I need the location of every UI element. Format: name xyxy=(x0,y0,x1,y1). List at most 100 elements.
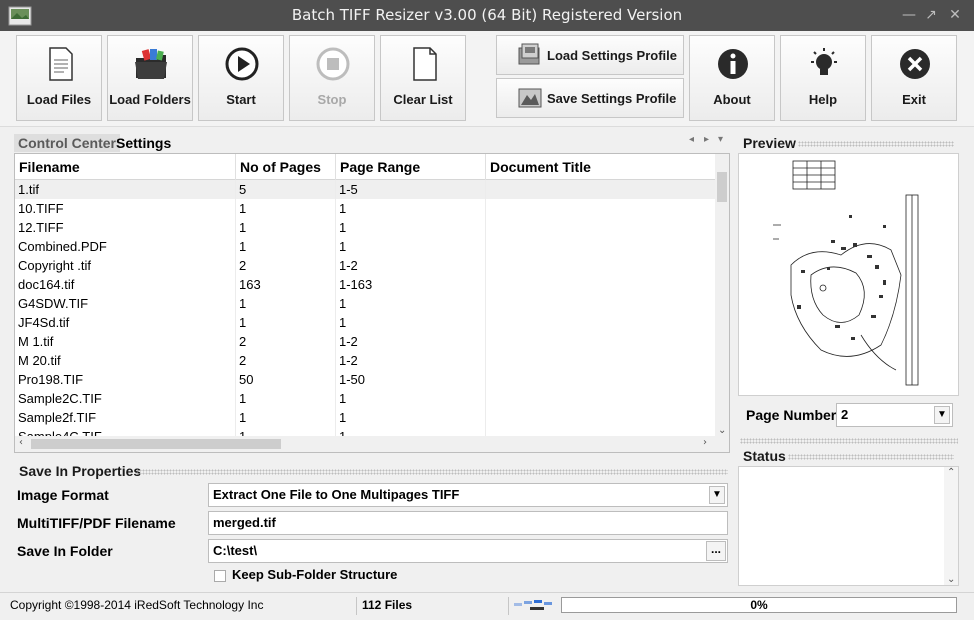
cell-filename: Combined.PDF xyxy=(15,237,236,256)
cell-filename: doc164.tif xyxy=(15,275,236,294)
exit-label: Exit xyxy=(902,92,926,107)
folder-icon xyxy=(135,49,167,79)
tab-prev-icon[interactable]: ◂ xyxy=(689,134,694,145)
table-row[interactable]: JF4Sd.tif 1 1 xyxy=(15,313,715,332)
close-icon[interactable]: ✕ xyxy=(944,5,966,25)
grid-horizontal-scrollbar[interactable]: ‹ › xyxy=(15,436,729,452)
table-row[interactable]: 12.TIFF 1 1 xyxy=(15,218,715,237)
table-row[interactable]: Sample2C.TIF 1 1 xyxy=(15,389,715,408)
table-row[interactable]: M 1.tif 2 1-2 xyxy=(15,332,715,351)
save-properties-header: Save In Properties xyxy=(19,463,142,479)
copyright-text: Copyright ©1998-2014 iRedSoft Technology… xyxy=(10,598,264,612)
cell-document-title xyxy=(486,199,715,218)
help-button[interactable]: Help xyxy=(780,35,866,121)
file-count: 112 Files xyxy=(362,598,413,612)
cell-page-range: 1-5 xyxy=(336,180,486,199)
image-format-select[interactable]: Extract One File to One Multipages TIFF … xyxy=(208,483,728,507)
start-button[interactable]: Start xyxy=(198,35,284,121)
cell-page-range: 1 xyxy=(336,389,486,408)
scroll-right-icon[interactable]: › xyxy=(703,437,707,448)
vertical-scroll-thumb[interactable] xyxy=(717,172,727,202)
cell-document-title xyxy=(486,218,715,237)
save-folder-label: Save In Folder xyxy=(17,543,113,559)
cell-pages: 1 xyxy=(236,408,336,427)
keep-subfolder-label[interactable]: Keep Sub-Folder Structure xyxy=(232,567,397,582)
tab-menu-icon[interactable]: ▾ xyxy=(718,134,723,145)
table-row[interactable]: M 20.tif 2 1-2 xyxy=(15,351,715,370)
cell-pages: 2 xyxy=(236,256,336,275)
tab-control-center[interactable]: Control Center xyxy=(14,134,120,152)
maximize-icon[interactable]: ↗ xyxy=(920,5,942,25)
table-row[interactable]: 1.tif 5 1-5 xyxy=(15,180,715,199)
table-row[interactable]: doc164.tif 163 1-163 xyxy=(15,275,715,294)
load-folders-button[interactable]: Load Folders xyxy=(107,35,193,121)
clear-list-button[interactable]: Clear List xyxy=(380,35,466,121)
save-settings-profile-button[interactable]: Save Settings Profile xyxy=(496,78,684,118)
minimize-icon[interactable]: — xyxy=(898,5,920,25)
blank-page-icon xyxy=(413,47,437,81)
toolbar: Load Files Load Folders Start Stop Clear… xyxy=(0,31,974,127)
document-icon xyxy=(49,47,73,81)
cell-pages: 1 xyxy=(236,237,336,256)
status-scrollbar[interactable]: ⌃ ⌄ xyxy=(944,467,958,585)
status-scroll-down-icon[interactable]: ⌄ xyxy=(947,574,955,585)
stop-button[interactable]: Stop xyxy=(289,35,375,121)
cell-page-range: 1 xyxy=(336,294,486,313)
table-row[interactable]: Sample2f.TIF 1 1 xyxy=(15,408,715,427)
column-pages[interactable]: No of Pages xyxy=(236,154,336,180)
cell-page-range: 1-50 xyxy=(336,370,486,389)
column-document-title[interactable]: Document Title xyxy=(486,154,715,180)
scroll-left-icon[interactable]: ‹ xyxy=(19,437,23,448)
grid-vertical-scrollbar[interactable]: ⌄ xyxy=(715,154,729,436)
stop-label: Stop xyxy=(317,92,347,107)
table-row[interactable]: 10.TIFF 1 1 xyxy=(15,199,715,218)
start-label: Start xyxy=(226,92,256,107)
cell-filename: Copyright .tif xyxy=(15,256,236,275)
cell-document-title xyxy=(486,237,715,256)
scroll-down-icon[interactable]: ⌄ xyxy=(718,425,726,436)
status-top-divider xyxy=(740,438,958,444)
save-folder-input[interactable]: C:\test\ ... xyxy=(208,539,728,563)
cell-pages: 1 xyxy=(236,389,336,408)
profile-load-icon xyxy=(518,43,540,65)
about-button[interactable]: About xyxy=(689,35,775,121)
image-format-value: Extract One File to One Multipages TIFF xyxy=(213,487,460,502)
cell-filename: JF4Sd.tif xyxy=(15,313,236,332)
cell-filename: 12.TIFF xyxy=(15,218,236,237)
window-title: Batch TIFF Resizer v3.00 (64 Bit) Regist… xyxy=(291,6,683,24)
cell-page-range: 1-2 xyxy=(336,332,486,351)
table-row[interactable]: G4SDW.TIF 1 1 xyxy=(15,294,715,313)
browse-folder-button[interactable]: ... xyxy=(706,541,726,561)
horizontal-scroll-thumb[interactable] xyxy=(31,439,281,449)
table-row[interactable]: Combined.PDF 1 1 xyxy=(15,237,715,256)
status-panel: ⌃ ⌄ xyxy=(738,466,959,586)
table-row[interactable]: Pro198.TIF 50 1-50 xyxy=(15,370,715,389)
keep-subfolder-checkbox[interactable] xyxy=(214,570,226,582)
table-row[interactable]: Copyright .tif 2 1-2 xyxy=(15,256,715,275)
progress-text: 0% xyxy=(750,598,768,612)
cell-filename: Sample2C.TIF xyxy=(15,389,236,408)
stop-icon xyxy=(316,47,350,81)
cell-pages: 1 xyxy=(236,313,336,332)
exit-button[interactable]: Exit xyxy=(871,35,957,121)
cell-filename: M 1.tif xyxy=(15,332,236,351)
status-scroll-up-icon[interactable]: ⌃ xyxy=(947,467,955,478)
page-number-select[interactable]: 2 ▼ xyxy=(836,403,953,427)
load-files-button[interactable]: Load Files xyxy=(16,35,102,121)
chevron-down-icon[interactable]: ▼ xyxy=(934,406,950,424)
cell-pages: 50 xyxy=(236,370,336,389)
preview-panel xyxy=(738,153,959,396)
title-bar: Batch TIFF Resizer v3.00 (64 Bit) Regist… xyxy=(0,0,974,31)
page-number-label: Page Number xyxy=(746,407,837,423)
save-settings-profile-label: Save Settings Profile xyxy=(547,91,677,106)
multitiff-filename-input[interactable]: merged.tif xyxy=(208,511,728,535)
tab-settings[interactable]: Settings xyxy=(112,134,175,152)
tab-next-icon[interactable]: ▸ xyxy=(704,134,709,145)
cell-document-title xyxy=(486,256,715,275)
column-filename[interactable]: Filename xyxy=(15,154,236,180)
load-settings-profile-button[interactable]: Load Settings Profile xyxy=(496,35,684,75)
chevron-down-icon[interactable]: ▼ xyxy=(709,486,725,504)
preview-divider xyxy=(798,141,954,147)
column-page-range[interactable]: Page Range xyxy=(336,154,486,180)
file-grid[interactable]: Filename No of Pages Page Range Document… xyxy=(14,153,730,453)
